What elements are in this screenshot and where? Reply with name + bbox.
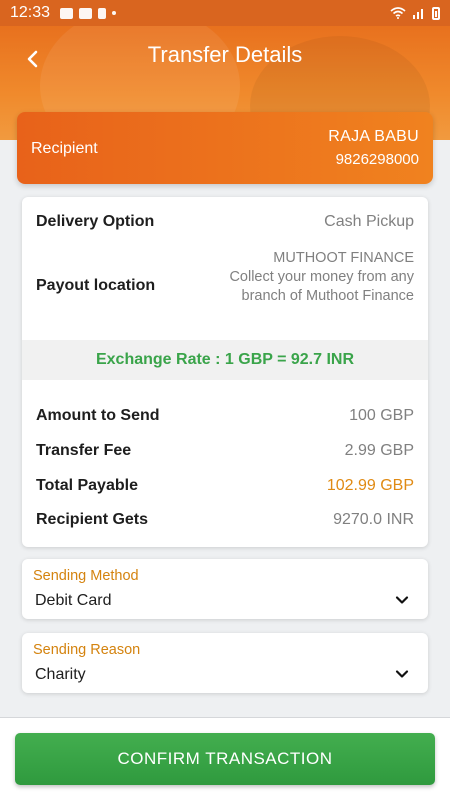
finger-icon <box>98 7 107 19</box>
chevron-down-icon <box>395 670 409 678</box>
total-payable-row: Total Payable 102.99 GBP <box>36 477 414 495</box>
recipient-label: Recipient <box>31 140 98 157</box>
recipient-gets-label: Recipient Gets <box>36 511 149 528</box>
exchange-rate: Exchange Rate : 1 GBP = 92.7 INR <box>22 340 428 380</box>
signal-icon <box>413 9 423 19</box>
mail-icon <box>79 7 93 19</box>
battery-icon <box>432 6 440 20</box>
recipient-phone: 9826298000 <box>335 151 419 168</box>
system-icons <box>390 6 440 20</box>
amount-to-send-label: Amount to Send <box>36 407 160 424</box>
sending-reason-label: Sending Reason <box>33 642 141 658</box>
wifi-icon <box>390 7 406 19</box>
status-time: 12:33 <box>10 4 51 21</box>
payout-location-name: MUTHOOT FINANCE <box>273 250 414 266</box>
dots-icon <box>112 11 117 15</box>
delivery-option-row: Delivery Option Cash Pickup <box>36 213 414 231</box>
transfer-fee-value: 2.99 GBP <box>344 442 414 459</box>
recipient-name: RAJA BABU <box>328 128 419 145</box>
image-icon <box>60 7 74 19</box>
notification-icons <box>60 7 117 19</box>
chevron-down-icon <box>395 596 409 604</box>
status-bar: 12:33 <box>0 0 450 26</box>
sending-method-label: Sending Method <box>33 568 139 584</box>
recipient-gets-value: 9270.0 INR <box>333 511 414 528</box>
total-payable-label: Total Payable <box>36 477 138 494</box>
delivery-option-value: Cash Pickup <box>324 213 414 230</box>
transfer-fee-label: Transfer Fee <box>36 442 132 459</box>
payout-location-description: Collect your money from any branch of Mu… <box>229 269 414 304</box>
total-payable-value: 102.99 GBP <box>326 477 414 494</box>
sending-reason-dropdown[interactable]: Sending Reason Charity <box>22 633 428 693</box>
sending-method-value: Debit Card <box>35 592 112 609</box>
amount-to-send-value: 100 GBP <box>349 407 414 424</box>
payout-location-value: MUTHOOT FINANCE Collect your money from … <box>224 249 414 306</box>
page-title: Transfer Details <box>147 42 303 67</box>
delivery-option-label: Delivery Option <box>36 213 155 230</box>
confirm-transaction-button[interactable]: CONFIRM TRANSACTION <box>15 733 435 785</box>
sending-method-dropdown[interactable]: Sending Method Debit Card <box>22 559 428 619</box>
recipient-banner: Recipient RAJA BABU 9826298000 <box>17 112 433 184</box>
sending-reason-value: Charity <box>35 666 86 683</box>
transfer-fee-row: Transfer Fee 2.99 GBP <box>36 442 414 460</box>
transfer-details-card: Delivery Option Cash Pickup Payout locat… <box>22 197 428 547</box>
amount-to-send-row: Amount to Send 100 GBP <box>36 407 414 425</box>
payout-location-label: Payout location <box>36 277 156 294</box>
recipient-gets-row: Recipient Gets 9270.0 INR <box>36 511 414 529</box>
